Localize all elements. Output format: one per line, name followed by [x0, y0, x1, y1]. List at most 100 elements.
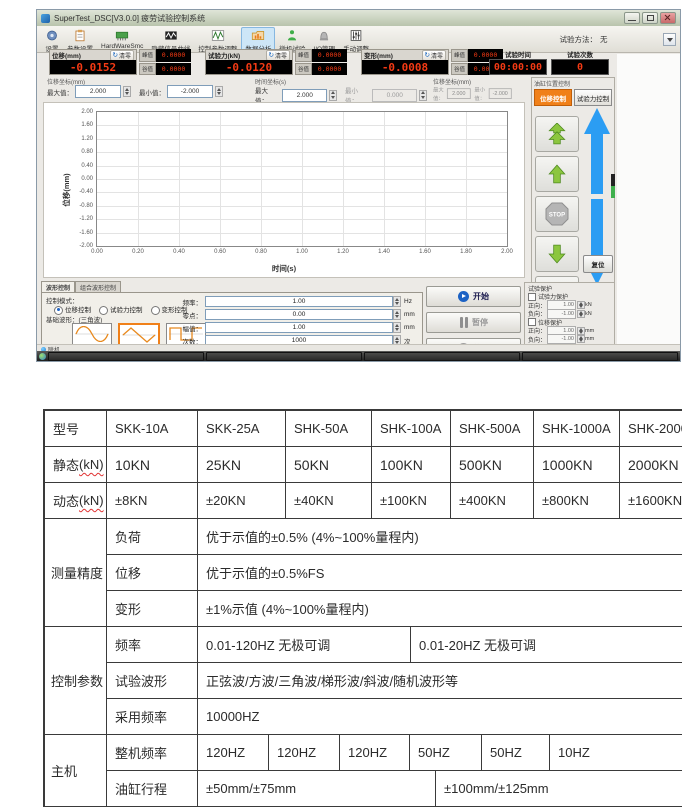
start-orb-icon[interactable] [39, 353, 46, 360]
sine-wave-icon [75, 326, 109, 342]
disp-axis-max-input[interactable]: 2.000 [75, 85, 121, 98]
spinner[interactable] [393, 309, 401, 320]
big-up-arrow-icon [584, 108, 610, 194]
value-cell: ±1%示值 (4%~100%量程内) [198, 591, 682, 626]
v-gridline [220, 112, 221, 246]
zero-field: 零点： 0.00 mm [170, 309, 418, 320]
row-label-cell: 试验波形 [107, 663, 198, 698]
clear-force-button[interactable]: ↻清零 [266, 50, 290, 61]
row-label-cell: 变形 [107, 591, 198, 626]
radio-force-control[interactable]: 试验力控制 [99, 304, 143, 315]
spinner [577, 301, 585, 309]
time-axis-group: 时间坐标(s) 最大值： 2.000 最小值： 0.000 [255, 77, 427, 100]
v-gridline [179, 112, 180, 246]
y-tick-label: -0.80 [79, 203, 93, 209]
start-button[interactable]: 开始 [426, 286, 521, 307]
model-cell: SHK-2000A [620, 411, 682, 446]
cylinder-control-panel: 油缸位置控制 位移控制 试验力控制 [531, 77, 615, 284]
title-bar: SuperTest_DSC[V3.0.0] 疲劳试验控制系统 [37, 10, 680, 26]
test-method-label: 试验方法： [560, 34, 598, 45]
spinner[interactable] [215, 86, 223, 97]
level-indicator [611, 174, 615, 198]
pause-button[interactable]: 暂停 [426, 312, 521, 333]
app-icon [41, 14, 50, 23]
taskbar-window-button[interactable] [522, 352, 678, 361]
displacement-axis-group-2: 位移坐标(mm) 最大值： 2.000 最小值： -2.000 [433, 77, 529, 100]
value-cell: 50HZ [482, 735, 550, 770]
peak-label: 峰值 [139, 49, 156, 62]
max-label: 最大值： [433, 85, 446, 101]
y-tick-label: 1.20 [81, 136, 93, 142]
value-cell: ±40KN [286, 483, 372, 518]
value-cell: ±1600KN [620, 483, 682, 518]
deformation-display-group: 变形(mm) ↻清零 -0.0008 峰值0.0000 谷值0.0000 [361, 49, 503, 75]
clear-displacement-button[interactable]: ↻清零 [110, 50, 134, 61]
value-cell: 优于示值的±0.5%FS [198, 555, 682, 590]
y-tick-label: -1.20 [79, 216, 93, 222]
reset-button[interactable]: 复位 [583, 255, 613, 273]
test-count-label: 试验次数 [551, 49, 609, 59]
value-cell: 120HZ [198, 735, 269, 770]
frequency-input[interactable]: 1.00 [205, 296, 393, 307]
spinner[interactable] [329, 90, 337, 101]
header-cell: 型号 [45, 411, 107, 446]
spinner [419, 90, 427, 101]
close-button[interactable] [660, 12, 676, 24]
pause-icon [459, 317, 468, 328]
spinner[interactable] [393, 296, 401, 307]
model-cell: SHK-100A [372, 411, 451, 446]
displacement-control-button[interactable]: 位移控制 [534, 89, 572, 106]
spec-table: 型号 SKK-10A SKK-25A SHK-50A SHK-100A SHK-… [43, 409, 682, 807]
taskbar-window-button[interactable] [48, 352, 204, 361]
chevron-down-icon [667, 38, 673, 42]
value-cell: 2000KN [620, 447, 682, 482]
refresh-icon: ↻ [269, 51, 274, 59]
display-label: 试验力(kN) [208, 50, 240, 60]
chip-icon [115, 29, 129, 42]
realtime-chart: 位移(mm) 2.001.601.200.800.400.00-0.40-0.8… [43, 102, 525, 278]
disp2-axis-min-input: -2.000 [489, 88, 512, 99]
field-label: 幅值： [170, 323, 202, 333]
value-cell: 10HZ [550, 735, 682, 770]
person-icon [285, 29, 299, 42]
time-axis-max-input[interactable]: 2.000 [282, 89, 327, 102]
row-label-cell: 静态(kN) [45, 447, 107, 482]
sine-wave-button[interactable] [72, 323, 112, 345]
v-gridline [425, 112, 426, 246]
frequency-field: 频率： 1.00 Hz [170, 296, 418, 307]
tab-wave-control[interactable]: 波形控制 [41, 281, 75, 292]
tab-combo-wave-control[interactable]: 组合波形控制 [75, 281, 121, 292]
chart-x-axis-label: 时间(s) [272, 263, 296, 274]
maximize-button[interactable] [642, 12, 658, 24]
taskbar-window-button[interactable] [206, 352, 362, 361]
min-label: 最小值： [474, 85, 487, 101]
v-gridline [302, 112, 303, 246]
analysis-folder-icon [251, 29, 265, 42]
section-label: 控制参数 [45, 627, 107, 734]
section-label: 测量精度 [45, 519, 107, 626]
peak-label: 峰值 [295, 49, 312, 62]
spinner[interactable] [393, 322, 401, 333]
minimize-button[interactable] [624, 12, 640, 24]
amplitude-input[interactable]: 1.00 [205, 322, 393, 333]
group-title: 位移坐标(mm) [47, 77, 247, 85]
fast-up-button[interactable] [535, 116, 579, 152]
group-title: 时间坐标(s) [255, 77, 427, 85]
spinner[interactable] [123, 86, 131, 97]
zero-input[interactable]: 0.00 [205, 309, 393, 320]
max-label: 最大值： [47, 87, 73, 97]
valley-label: 谷值 [451, 63, 468, 76]
value-cell: 1000KN [534, 447, 620, 482]
down-button[interactable] [535, 236, 579, 272]
stop-button[interactable]: STOP [535, 196, 579, 232]
disp-axis-min-input[interactable]: -2.000 [167, 85, 213, 98]
test-method-dropdown[interactable] [663, 33, 676, 46]
window-title: SuperTest_DSC[V3.0.0] 疲劳试验控制系统 [54, 13, 205, 24]
y-tick-label: -0.40 [79, 189, 93, 195]
up-button[interactable] [535, 156, 579, 192]
panel-title: 油缸位置控制 [532, 78, 614, 89]
value-cell: ±20KN [198, 483, 286, 518]
clear-deformation-button[interactable]: ↻清零 [422, 50, 446, 61]
force-control-button[interactable]: 试验力控制 [574, 89, 612, 106]
taskbar-window-button[interactable] [364, 352, 520, 361]
